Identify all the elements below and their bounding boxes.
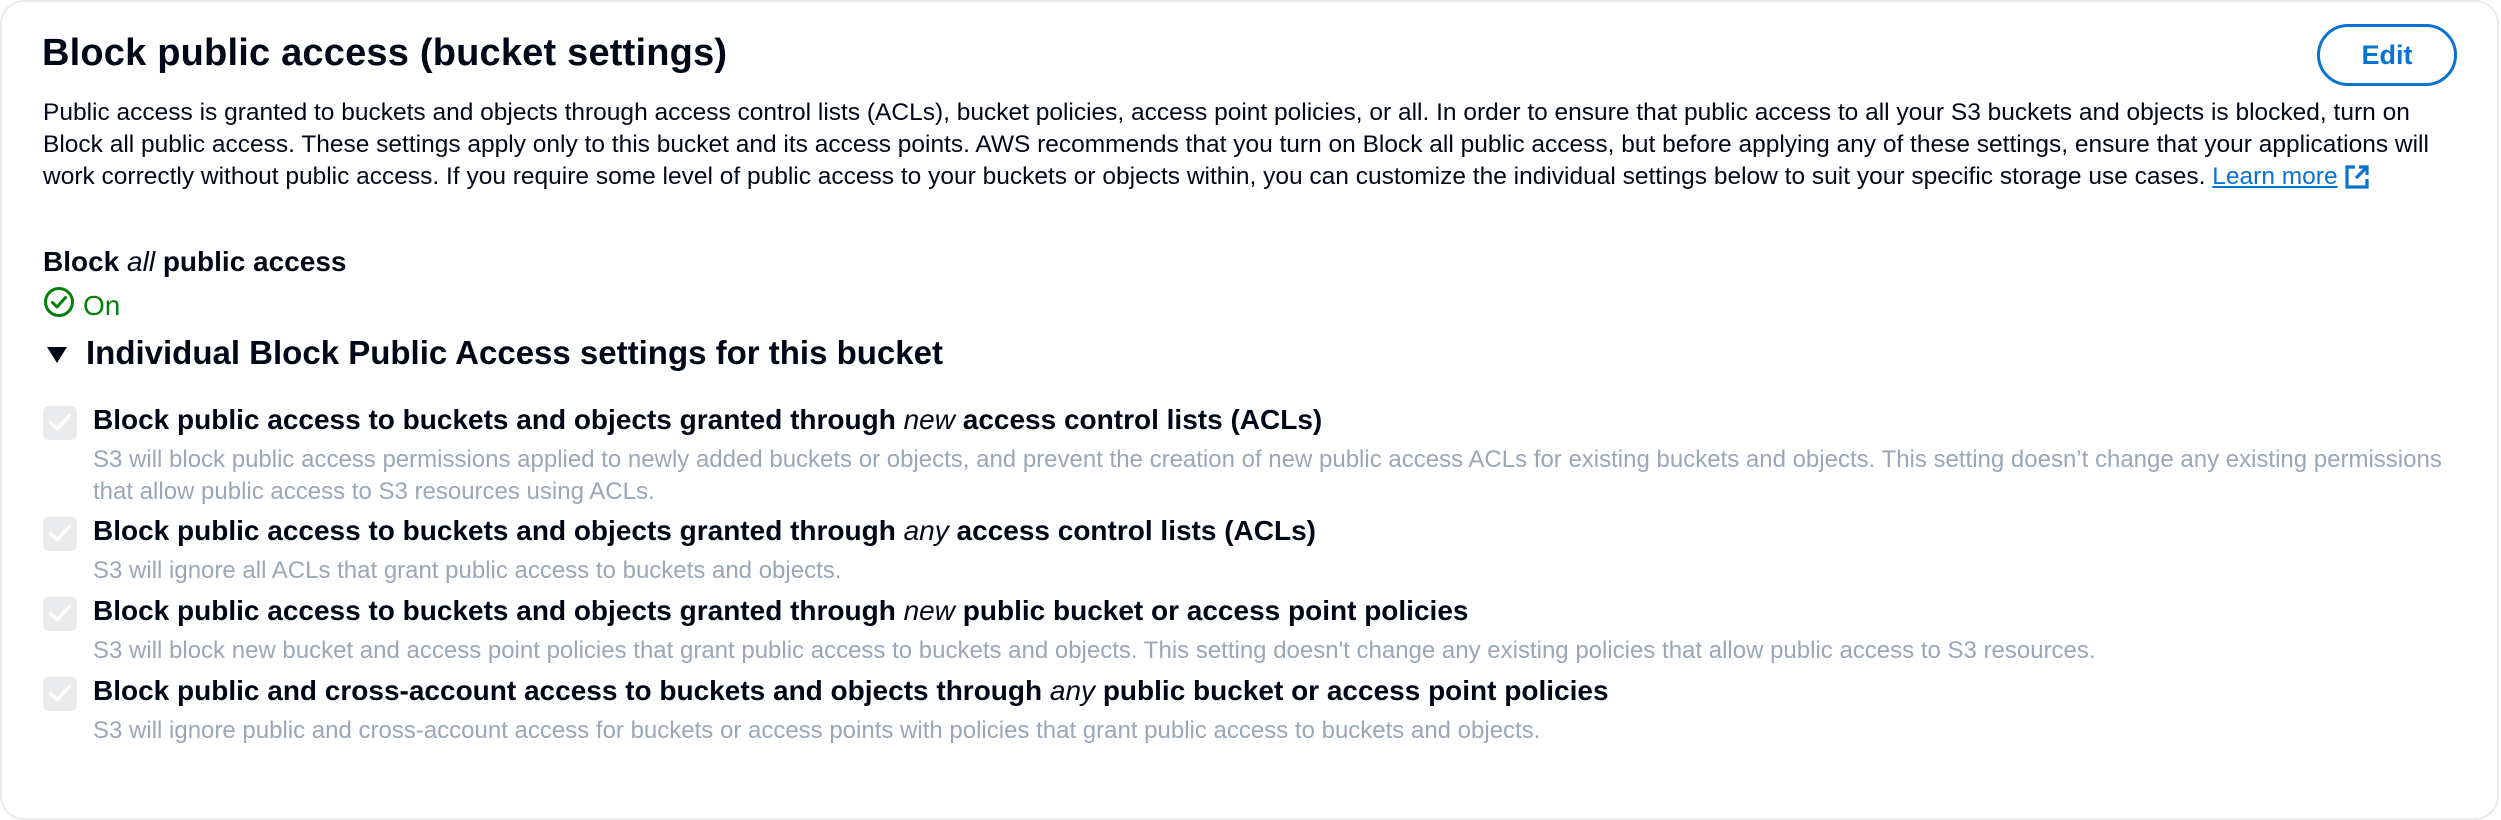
setting-title: Block public access to buckets and objec… <box>93 595 1468 627</box>
setting-title-emphasis: new <box>903 404 955 435</box>
block-all-label-post: public access <box>155 246 347 277</box>
setting-title-pre: Block public access to buckets and objec… <box>93 515 904 546</box>
block-all-label-pre: Block <box>43 246 128 277</box>
setting-title: Block public access to buckets and objec… <box>93 515 1316 547</box>
setting-description: S3 will block new bucket and access poin… <box>93 637 2096 664</box>
setting-title-post: access control lists (ACLs) <box>954 404 1323 435</box>
block-public-access-panel: Block public access (bucket settings) Ed… <box>0 0 2499 820</box>
learn-more-label: Learn more <box>2212 163 2338 190</box>
setting-description: S3 will ignore all ACLs that grant publi… <box>93 557 842 584</box>
setting-title-pre: Block public and cross-account access to… <box>93 675 1050 706</box>
setting-title-pre: Block public access to buckets and objec… <box>93 595 904 626</box>
setting-title-post: access control lists (ACLs) <box>948 515 1316 546</box>
panel-title: Block public access (bucket settings) <box>42 32 728 74</box>
setting-title-emphasis: new <box>903 595 955 626</box>
setting-description: S3 will block public access permissions … <box>93 446 2442 505</box>
setting-title: Block public access to buckets and objec… <box>93 404 1322 436</box>
individual-settings-heading: Individual Block Public Access settings … <box>86 334 943 371</box>
caret-down-icon <box>46 334 68 372</box>
setting-title-post: public bucket or access point policies <box>1095 675 1609 706</box>
edit-button[interactable]: Edit <box>2317 24 2457 86</box>
setting-checkbox[interactable] <box>43 677 77 711</box>
setting-title: Block public and cross-account access to… <box>93 675 1609 707</box>
setting-checkbox[interactable] <box>43 406 77 440</box>
block-all-label: Block all public access <box>43 246 346 278</box>
block-all-label-emphasis: all <box>127 246 156 277</box>
setting-title-post: public bucket or access point policies <box>954 595 1469 626</box>
panel-description: Public access is granted to buckets and … <box>43 97 2463 199</box>
setting-checkbox[interactable] <box>43 517 77 551</box>
setting-title-emphasis: any <box>1049 675 1096 706</box>
setting-checkbox[interactable] <box>43 597 77 631</box>
setting-description: S3 will ignore public and cross-account … <box>93 717 1541 744</box>
individual-settings-toggle[interactable]: Individual Block Public Access settings … <box>46 334 943 372</box>
external-link-icon <box>2344 164 2370 199</box>
description-text: Public access is granted to buckets and … <box>43 99 2429 190</box>
block-all-status: On <box>43 286 120 325</box>
status-value: On <box>83 289 121 321</box>
setting-title-emphasis: any <box>903 515 949 546</box>
setting-title-pre: Block public access to buckets and objec… <box>93 404 904 435</box>
learn-more-link[interactable]: Learn more <box>2212 163 2369 190</box>
check-circle-icon <box>43 286 83 325</box>
